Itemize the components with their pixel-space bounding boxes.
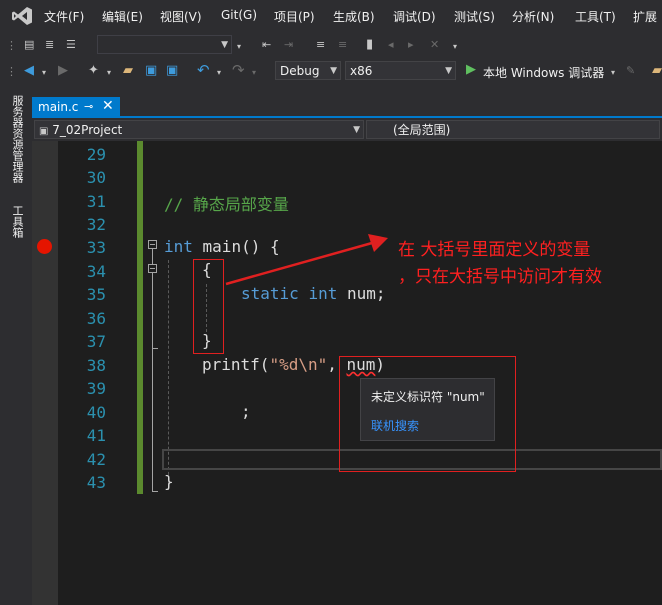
annotation-arrow-icon — [225, 234, 388, 286]
annotation-text-line1: 在 大括号里面定义的变量 — [398, 240, 591, 260]
annotation-text-line2: ，只在大括号中访问才有效 — [398, 267, 602, 287]
